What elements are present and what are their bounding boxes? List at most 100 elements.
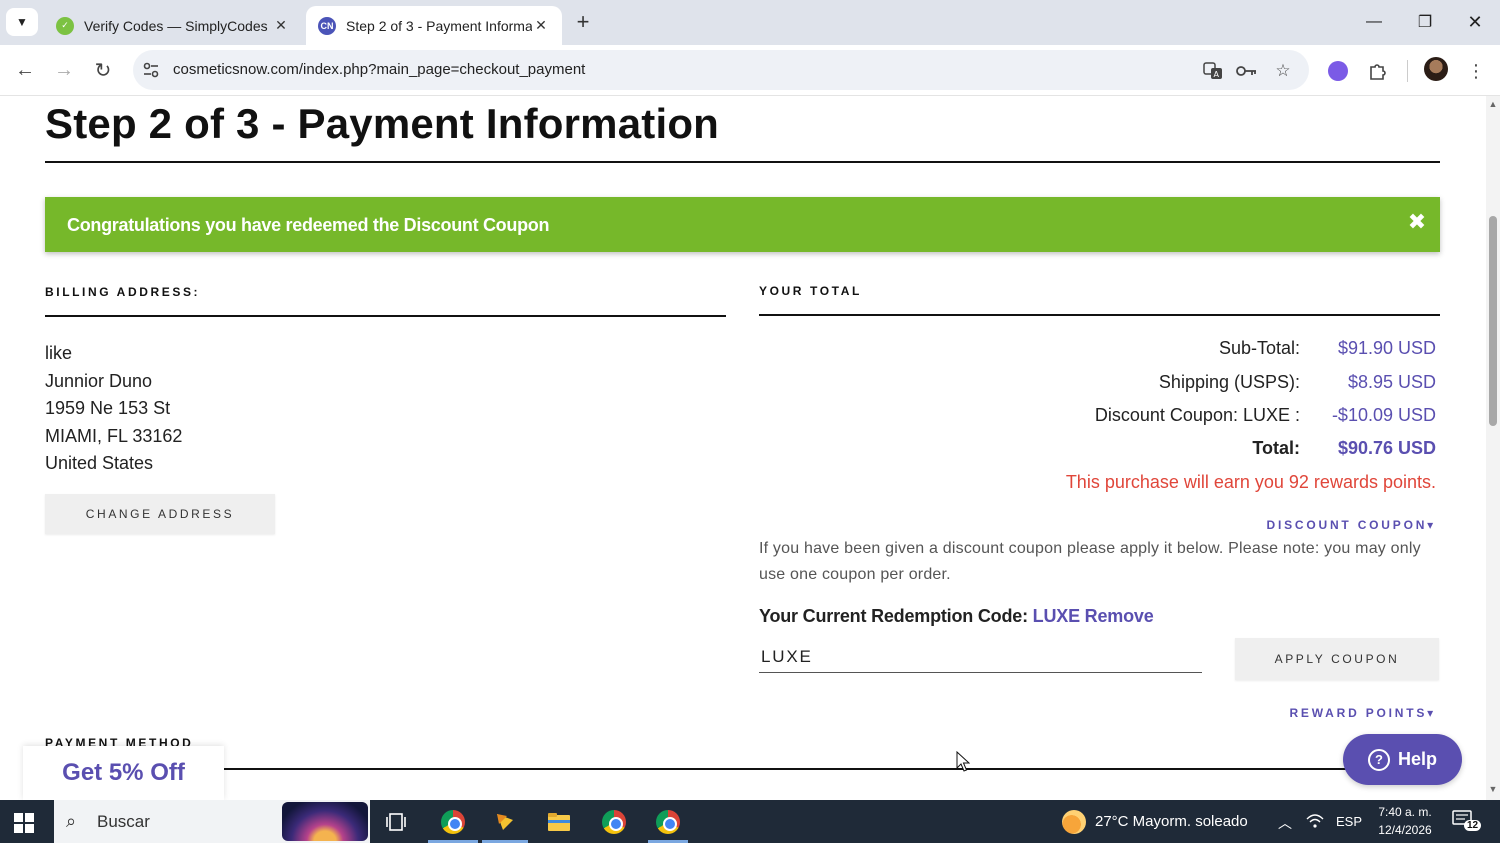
address-line: Junnior Duno: [45, 371, 153, 391]
extension-simplycodes-icon[interactable]: [1324, 57, 1352, 85]
taskbar-clock[interactable]: 7:40 a. m. 12/4/2026: [1374, 803, 1436, 839]
restore-button[interactable]: ❐: [1410, 8, 1440, 36]
address-line: MIAMI, FL 33162: [45, 426, 183, 446]
page-title: Step 2 of 3 - Payment Information: [45, 100, 720, 147]
reward-points-toggle[interactable]: REWARD POINTS▾: [1289, 706, 1436, 720]
restore-icon: ❐: [1417, 14, 1433, 31]
scroll-up-icon[interactable]: ▲: [1488, 99, 1498, 109]
task-view-icon[interactable]: [379, 806, 413, 838]
subtotal-label: Sub-Total:: [1218, 338, 1300, 358]
clock-time: 7:40 a. m.: [1378, 805, 1432, 819]
site-settings-icon[interactable]: [141, 60, 161, 80]
taskbar-search-placeholder: Buscar: [97, 812, 150, 831]
chrome-profile-taskbar-icon[interactable]: [651, 806, 685, 838]
discount-coupon-toggle[interactable]: DISCOUNT COUPON▾: [1267, 518, 1437, 532]
search-highlight-image: [282, 802, 368, 841]
shipping-value: $8.95 USD: [1347, 372, 1436, 392]
address-line: like: [45, 343, 73, 363]
network-icon[interactable]: [1306, 813, 1324, 833]
browser-tab-strip: ▼ ✓ Verify Codes — SimplyCodes ✕ CN Step…: [0, 0, 1500, 45]
shipping-label: Shipping (USPS):: [1158, 372, 1300, 392]
billing-divider: [45, 315, 726, 317]
svg-text:A: A: [1214, 70, 1220, 79]
success-alert: Congratulations you have redeemed the Di…: [45, 197, 1440, 252]
weather-text[interactable]: 27°C Mayorm. soleado: [1095, 813, 1248, 830]
windows-start-icon[interactable]: [14, 813, 34, 833]
forward-button[interactable]: →: [49, 55, 79, 85]
scroll-thumb[interactable]: [1489, 216, 1497, 426]
total-row: Total: $90.76 USD: [760, 438, 1436, 462]
plus-icon: +: [576, 9, 590, 34]
new-tab-button[interactable]: +: [570, 9, 596, 35]
profile-avatar[interactable]: [1424, 57, 1448, 81]
help-button[interactable]: ? Help: [1343, 734, 1462, 785]
chrome-profile-taskbar-icon[interactable]: [597, 806, 631, 838]
tab-simplycodes[interactable]: ✓ Verify Codes — SimplyCodes ✕: [44, 6, 302, 45]
close-window-button[interactable]: ✕: [1460, 8, 1490, 36]
address-line: United States: [45, 453, 154, 473]
language-indicator[interactable]: ESP: [1336, 814, 1362, 829]
taskbar-search[interactable]: ⌕ Buscar: [54, 800, 370, 843]
change-address-button[interactable]: CHANGE ADDRESS: [45, 494, 275, 534]
tab-search-button[interactable]: ▼: [6, 8, 38, 36]
close-icon[interactable]: ✕: [532, 17, 550, 35]
pinned-app-icon[interactable]: [488, 806, 522, 838]
translate-icon[interactable]: A: [1201, 59, 1225, 83]
title-divider: [45, 161, 1440, 163]
chevron-down-icon: ▼: [16, 15, 28, 29]
windows-taskbar: ⌕ Buscar 27°C Mayorm. soleado ︿ ESP 7:40…: [0, 800, 1500, 843]
apply-coupon-button[interactable]: APPLY COUPON: [1235, 638, 1439, 680]
url-text: cosmeticsnow.com/index.php?main_page=che…: [173, 61, 586, 78]
arrow-left-icon: ←: [15, 58, 35, 81]
coupon-description: If you have been given a discount coupon…: [759, 540, 1421, 583]
back-button[interactable]: ←: [10, 55, 40, 85]
tab-title: Step 2 of 3 - Payment Informati: [346, 17, 532, 34]
simplycodes-favicon-icon: ✓: [56, 16, 74, 35]
help-label: Help: [1397, 749, 1437, 769]
mouse-cursor-icon: [956, 751, 970, 772]
page-scrollbar[interactable]: ▲ ▼: [1486, 96, 1500, 800]
your-total-heading: YOUR TOTAL: [759, 284, 862, 298]
browser-toolbar: ← → ↻ cosmeticsnow.com/index.php?main_pa…: [0, 45, 1500, 96]
discount-value: -$10.09 USD: [1331, 405, 1436, 425]
redemption-code-line: Your Current Redemption Code: LUXE Remov…: [759, 606, 1154, 627]
address-line: 1959 Ne 153 St: [45, 398, 171, 418]
clock-date: 12/4/2026: [1378, 823, 1432, 837]
chrome-taskbar-icon[interactable]: [436, 806, 470, 838]
discount-label: Discount Coupon: LUXE :: [1094, 405, 1300, 425]
discount-row: Discount Coupon: LUXE : -$10.09 USD: [760, 405, 1436, 429]
redemption-code-remove-link[interactable]: LUXE Remove: [1033, 606, 1154, 626]
subtotal-row: Sub-Total: $91.90 USD: [760, 338, 1436, 362]
chevron-up-icon[interactable]: ︿: [1278, 813, 1292, 833]
reload-icon: ↻: [94, 59, 112, 82]
scroll-down-icon[interactable]: ▼: [1488, 784, 1498, 794]
reload-button[interactable]: ↻: [88, 55, 118, 85]
tab-title: Verify Codes — SimplyCodes: [84, 17, 268, 34]
payment-divider: [224, 768, 1349, 770]
total-value: $90.76 USD: [1337, 438, 1436, 458]
notification-center-icon[interactable]: 12: [1452, 810, 1482, 834]
key-icon[interactable]: [1235, 59, 1259, 83]
toolbar-divider: [1407, 60, 1408, 82]
close-icon: ✕: [1467, 11, 1483, 32]
close-icon[interactable]: ✕: [272, 17, 290, 35]
minimize-button[interactable]: —: [1359, 8, 1389, 36]
close-icon[interactable]: ✖: [1406, 211, 1428, 233]
alert-message: Congratulations you have redeemed the Di…: [67, 215, 550, 235]
arrow-right-icon: →: [54, 58, 74, 81]
search-icon: ⌕: [66, 811, 77, 831]
page-viewport: Step 2 of 3 - Payment Information Congra…: [0, 96, 1486, 800]
extensions-puzzle-icon[interactable]: [1364, 57, 1392, 85]
bookmark-star-icon[interactable]: ☆: [1271, 59, 1295, 83]
weather-icon: [1062, 810, 1086, 834]
address-bar[interactable]: cosmeticsnow.com/index.php?main_page=che…: [133, 50, 1309, 90]
billing-address-heading: BILLING ADDRESS:: [45, 285, 201, 299]
file-explorer-icon[interactable]: [542, 806, 576, 838]
subtotal-value: $91.90 USD: [1337, 338, 1436, 358]
minimize-icon: —: [1366, 13, 1382, 30]
tab-payment-information[interactable]: CN Step 2 of 3 - Payment Informati ✕: [306, 6, 562, 45]
coupon-code-input[interactable]: [759, 641, 1202, 673]
more-menu-icon[interactable]: ⋮: [1462, 57, 1490, 85]
get-discount-promo-button[interactable]: Get 5% Off: [23, 746, 224, 800]
cosmeticsnow-favicon-icon: CN: [318, 16, 336, 35]
